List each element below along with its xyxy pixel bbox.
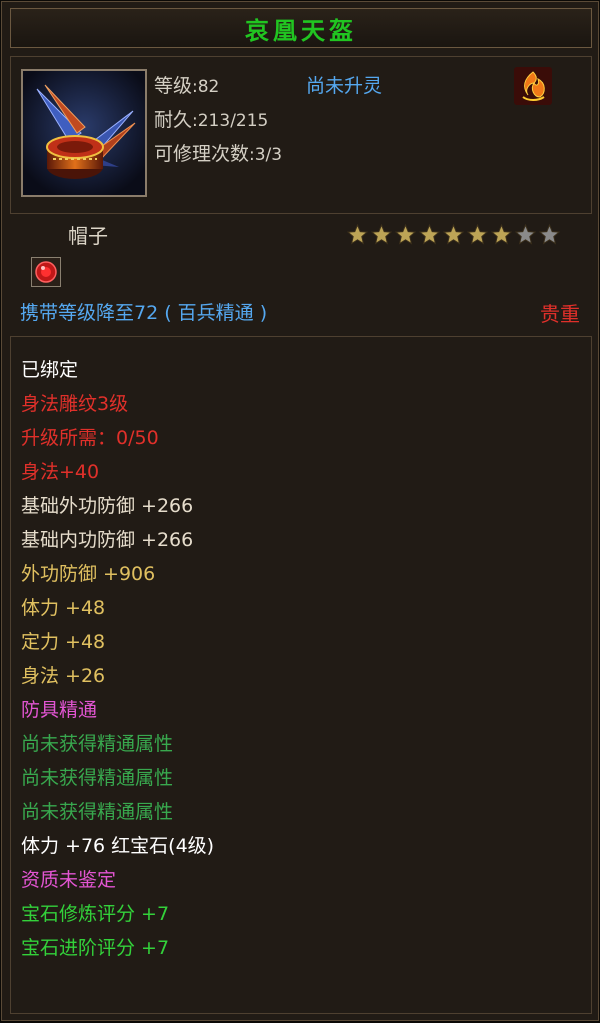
attribute-line: 防具精通 <box>21 699 98 721</box>
star-empty-icon <box>538 223 561 245</box>
level-value: :82 <box>192 77 220 97</box>
attribute-line: 已绑定 <box>21 359 79 381</box>
attribute-line: 外功防御 +906 <box>21 563 156 585</box>
durability-value: :213/215 <box>192 111 269 131</box>
item-tooltip: 哀凰天盔 等级:82 尚未升灵 耐久:213/215 可修理次数:3/3 帽子 … <box>1 1 599 1021</box>
title-bar: 哀凰天盔 <box>10 8 592 48</box>
level-requirement: 携带等级降至72 ( 百兵精通 ) <box>20 302 268 324</box>
attribute-line: 资质未鉴定 <box>21 869 117 891</box>
repair-value: :3/3 <box>249 145 283 165</box>
attribute-line: 宝石进阶评分 +7 <box>21 937 170 959</box>
attribute-line: 尚未获得精通属性 <box>21 801 174 823</box>
attribute-line: 体力 +76 红宝石(4级) <box>21 835 215 857</box>
star-filled-icon <box>442 223 465 245</box>
repair-line: 可修理次数:3/3 <box>154 139 282 166</box>
star-filled-icon <box>394 223 417 245</box>
attribute-line: 身法+40 <box>21 461 100 483</box>
rarity-label: 贵重 <box>540 302 580 326</box>
item-header-panel: 等级:82 尚未升灵 耐久:213/215 可修理次数:3/3 <box>10 56 592 214</box>
attribute-line: 定力 +48 <box>21 631 106 653</box>
star-filled-icon <box>346 223 369 245</box>
attribute-line: 尚未获得精通属性 <box>21 767 174 789</box>
star-filled-icon <box>490 223 513 245</box>
item-type: 帽子 <box>68 224 108 248</box>
durability-line: 耐久:213/215 <box>154 105 268 132</box>
attribute-line: 升级所需：0/50 <box>21 427 159 449</box>
attribute-line: 基础外功防御 +266 <box>21 495 194 517</box>
repair-label: 可修理次数 <box>154 143 250 165</box>
attribute-line: 宝石修炼评分 +7 <box>21 903 170 925</box>
attribute-line: 身法 +26 <box>21 665 106 687</box>
attribute-line: 身法雕纹3级 <box>21 393 129 415</box>
attribute-panel: 已绑定身法雕纹3级升级所需：0/50 身法+40 基础外功防御 +266 基础内功防御… <box>10 336 592 1014</box>
spirit-status: 尚未升灵 <box>306 75 383 97</box>
level-line: 等级:82 <box>154 71 219 98</box>
durability-label: 耐久 <box>154 109 193 131</box>
star-filled-icon <box>466 223 489 245</box>
star-rating <box>346 223 561 245</box>
star-empty-icon <box>514 223 537 245</box>
level-label: 等级 <box>154 75 193 97</box>
star-filled-icon <box>418 223 441 245</box>
red-gem-icon[interactable] <box>31 257 61 287</box>
attribute-line: 尚未获得精通属性 <box>21 733 174 755</box>
attribute-line: 体力 +48 <box>21 597 106 619</box>
helmet-icon[interactable] <box>21 69 147 197</box>
star-filled-icon <box>370 223 393 245</box>
flame-rune-icon[interactable] <box>514 67 552 105</box>
attribute-list: 已绑定身法雕纹3级升级所需：0/50 身法+40 基础外功防御 +266 基础内功防御… <box>21 353 214 965</box>
attribute-line: 基础内功防御 +266 <box>21 529 194 551</box>
item-name: 哀凰天盔 <box>245 15 357 45</box>
